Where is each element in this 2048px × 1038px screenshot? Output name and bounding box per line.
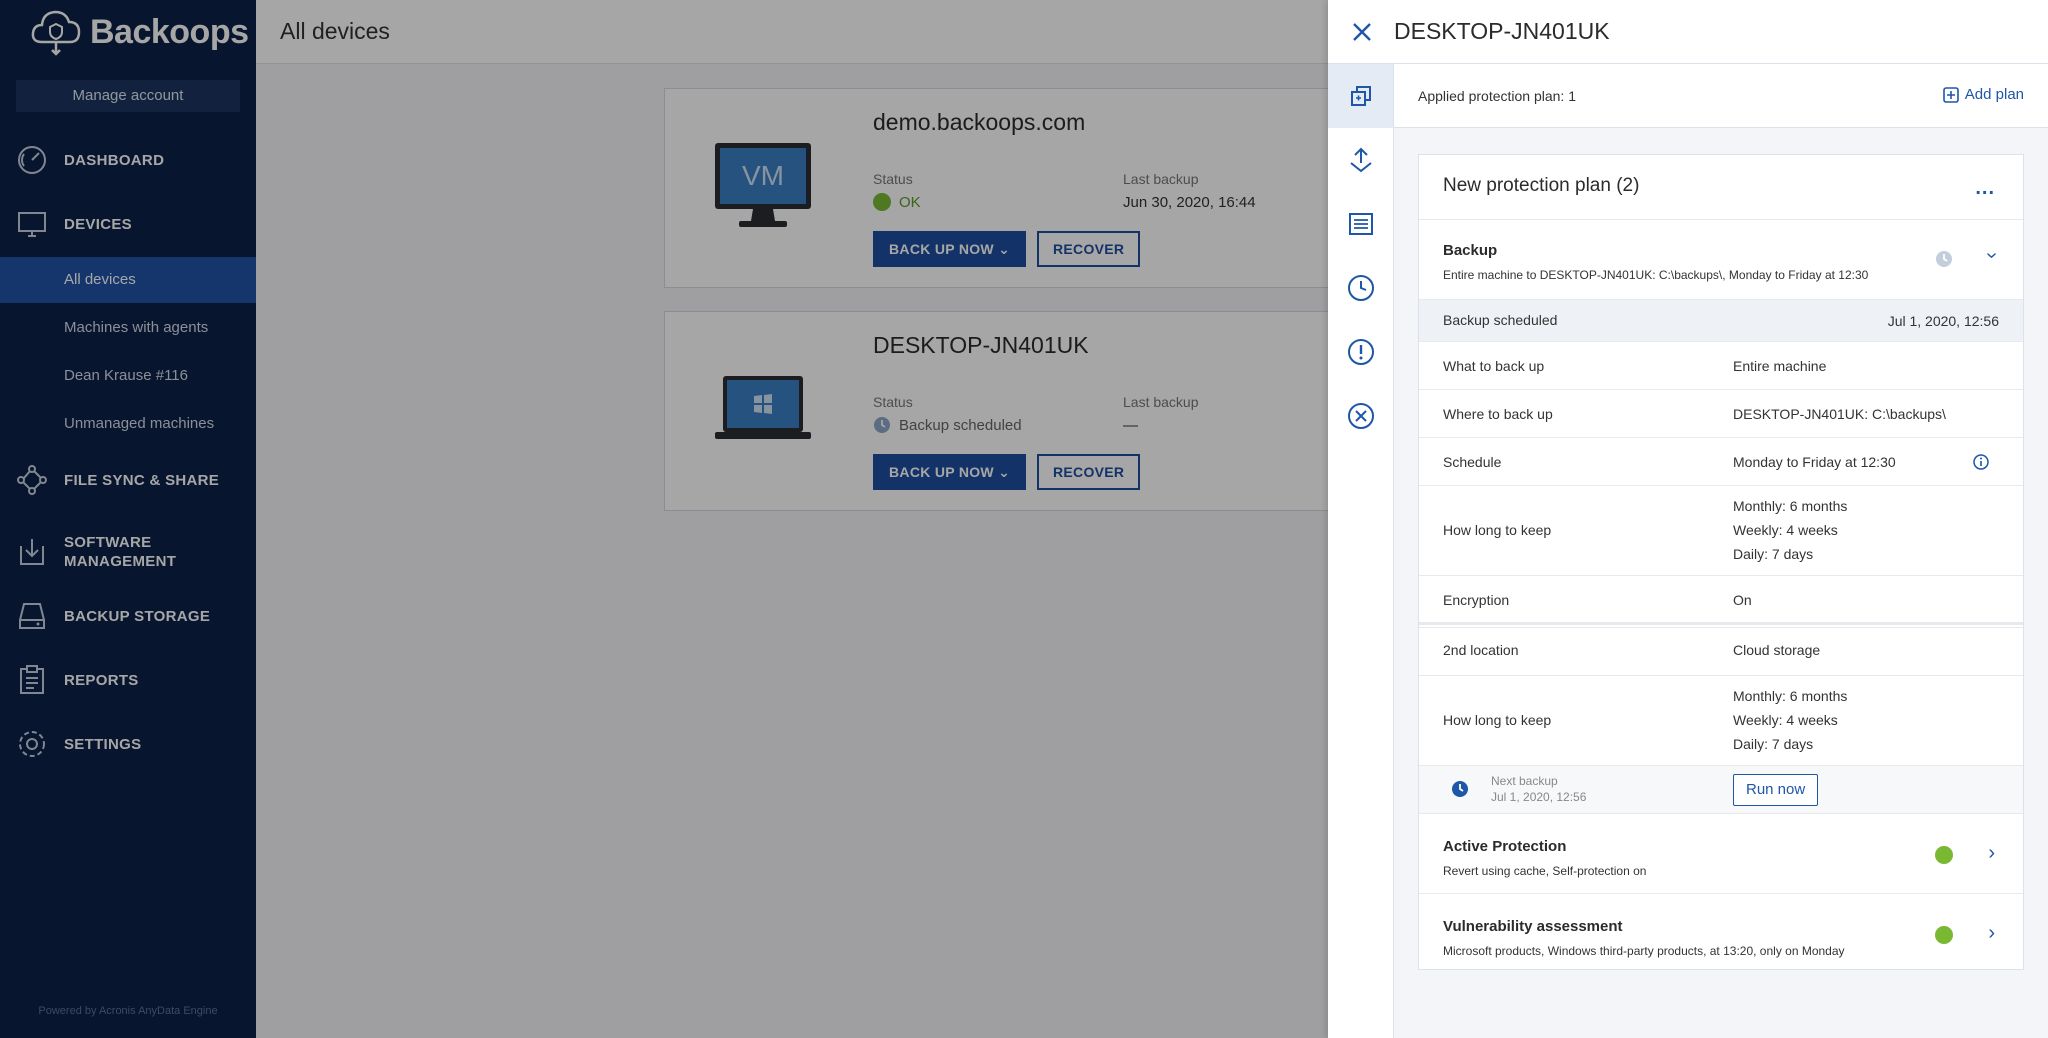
add-plan-button[interactable]: Add plan xyxy=(1942,86,2024,103)
keep-daily: Daily: 7 days xyxy=(1733,546,1814,562)
next-backup-value: Jul 1, 2020, 12:56 xyxy=(1491,790,1587,804)
active-protection-section[interactable]: Active Protection Revert using cache, Se… xyxy=(1419,813,2023,893)
applied-plan-bar: Applied protection plan: 1 Add plan xyxy=(1394,64,2048,128)
chevron-right-icon[interactable]: › xyxy=(1988,842,1995,865)
modal-overlay[interactable] xyxy=(0,0,1328,1038)
details-document-icon xyxy=(1348,213,1373,235)
schedule-row: Schedule Monday to Friday at 12:30 xyxy=(1419,437,2023,485)
ok-check-icon xyxy=(1935,926,1953,944)
delete-circle-icon xyxy=(1347,403,1374,429)
keep2-weekly: Weekly: 4 weeks xyxy=(1733,712,1838,728)
clock-icon xyxy=(1936,251,1952,267)
backup-scheduled-row: Backup scheduled Jul 1, 2020, 12:56 xyxy=(1419,299,2023,341)
chevron-right-icon[interactable]: › xyxy=(1988,922,1995,945)
tab-details[interactable] xyxy=(1328,192,1393,256)
encryption-row: Encryption On xyxy=(1419,575,2023,625)
device-details-panel: DESKTOP-JN401UK Applied protection plan:… xyxy=(1328,0,2048,1038)
keep-weekly: Weekly: 4 weeks xyxy=(1733,522,1838,538)
info-icon[interactable] xyxy=(1973,454,1989,470)
keep2-daily: Daily: 7 days xyxy=(1733,736,1814,752)
what-to-back-up-row: What to back up Entire machine xyxy=(1419,341,2023,389)
run-now-button[interactable]: Run now xyxy=(1733,774,1819,806)
chevron-down-icon[interactable]: › xyxy=(1980,252,2003,259)
next-backup-label: Next backup xyxy=(1491,774,1558,788)
tab-protection[interactable] xyxy=(1328,64,1393,128)
add-box-icon xyxy=(1942,86,1959,103)
retention-row: How long to keep Monthly: 6 months Weekl… xyxy=(1419,485,2023,575)
panel-vertical-tabs xyxy=(1328,64,1394,1038)
keep2-values: Monthly: 6 months Weekly: 4 weeks Daily:… xyxy=(1733,684,1847,756)
keep-label: How long to keep xyxy=(1443,522,1552,538)
where-to-back-up-row: Where to back up DESKTOP-JN401UK: C:\bac… xyxy=(1419,389,2023,437)
ok-check-icon xyxy=(1935,846,1953,864)
tab-activities[interactable] xyxy=(1328,256,1393,320)
backup-title: Backup xyxy=(1443,242,1498,259)
what-label: What to back up xyxy=(1443,358,1545,374)
second-location-label: 2nd location xyxy=(1443,642,1519,658)
protection-copy-icon xyxy=(1350,86,1371,106)
schedule-label: Schedule xyxy=(1443,454,1502,470)
tab-delete[interactable] xyxy=(1328,384,1393,448)
vulnerability-title: Vulnerability assessment xyxy=(1443,918,1623,935)
keep-monthly: Monthly: 6 months xyxy=(1733,498,1848,514)
alert-icon xyxy=(1347,339,1374,365)
vulnerability-assessment-section[interactable]: Vulnerability assessment Microsoft produ… xyxy=(1419,893,2023,971)
encryption-label: Encryption xyxy=(1443,592,1510,608)
keep2-label: How long to keep xyxy=(1443,712,1552,728)
vulnerability-description: Microsoft products, Windows third-party … xyxy=(1443,944,1845,958)
where-label: Where to back up xyxy=(1443,406,1553,422)
encryption-value: On xyxy=(1733,592,1752,608)
recovery-upload-icon xyxy=(1349,147,1372,173)
tab-alerts[interactable] xyxy=(1328,320,1393,384)
keep2-monthly: Monthly: 6 months xyxy=(1733,688,1848,704)
what-value: Entire machine xyxy=(1733,358,1827,374)
clock-icon xyxy=(1452,781,1468,797)
backup-scheduled-value: Jul 1, 2020, 12:56 xyxy=(1887,313,1999,329)
next-backup-row: Next backup Jul 1, 2020, 12:56 Run now xyxy=(1419,765,2023,813)
keep-values: Monthly: 6 months Weekly: 4 weeks Daily:… xyxy=(1733,494,1847,566)
schedule-value: Monday to Friday at 12:30 xyxy=(1733,454,1896,470)
backup-scheduled-label: Backup scheduled xyxy=(1443,312,1558,328)
activities-clock-icon xyxy=(1347,275,1374,301)
applied-plan-count: Applied protection plan: 1 xyxy=(1418,88,1576,104)
panel-title: DESKTOP-JN401UK xyxy=(1394,18,1610,44)
tab-recovery[interactable] xyxy=(1328,128,1393,192)
active-protection-title: Active Protection xyxy=(1443,838,1567,855)
close-icon[interactable] xyxy=(1348,18,1376,46)
more-options-icon[interactable]: ... xyxy=(1975,177,1995,200)
where-value: DESKTOP-JN401UK: C:\backups\ xyxy=(1733,406,1946,422)
second-location-value: Cloud storage xyxy=(1733,642,1821,658)
add-plan-label: Add plan xyxy=(1964,86,2024,103)
active-protection-description: Revert using cache, Self-protection on xyxy=(1443,864,1647,878)
protection-plan-card: New protection plan (2) ... Backup Entir… xyxy=(1418,154,2024,970)
backup-description: Entire machine to DESKTOP-JN401UK: C:\ba… xyxy=(1443,268,1869,282)
panel-content: Applied protection plan: 1 Add plan New … xyxy=(1394,64,2048,1038)
plan-title: New protection plan (2) xyxy=(1443,175,1640,196)
backup-section-header[interactable]: Backup Entire machine to DESKTOP-JN401UK… xyxy=(1419,219,2023,299)
second-location-row: 2nd location Cloud storage xyxy=(1419,627,2023,675)
panel-header: DESKTOP-JN401UK xyxy=(1328,0,2048,64)
retention-2nd-row: How long to keep Monthly: 6 months Weekl… xyxy=(1419,675,2023,765)
